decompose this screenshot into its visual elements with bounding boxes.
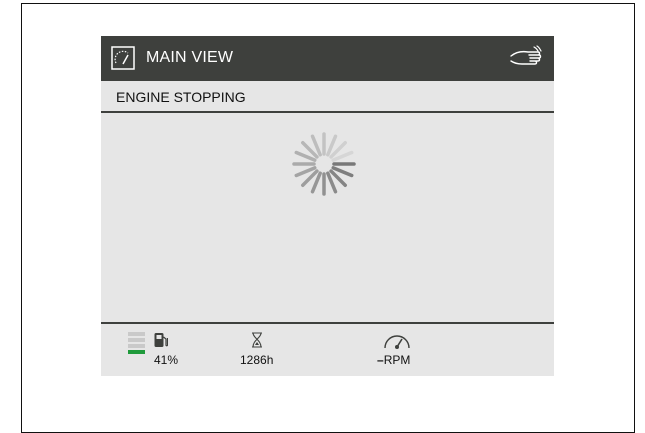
tachometer-icon [384, 335, 410, 349]
engine-hours-value: 1286h [240, 353, 274, 367]
fuel-bar-segment [128, 338, 145, 342]
main-screen: MAIN VIEW ENGINE STOPPING 41% 1286h –RPM [101, 36, 554, 376]
status-bar: 41% 1286h –RPM [101, 322, 554, 376]
dial-view-icon[interactable] [111, 46, 135, 70]
loading-spinner-icon [292, 132, 356, 196]
page-title: MAIN VIEW [146, 49, 234, 66]
fuel-level-value: 41% [154, 353, 179, 367]
fuel-bar-segment [128, 332, 145, 336]
hourglass-icon [252, 332, 262, 348]
status-message-bar: ENGINE STOPPING [101, 81, 554, 113]
hand-touch-icon[interactable] [508, 44, 544, 72]
content-area [101, 113, 554, 322]
fuel-level-gauge [128, 332, 146, 356]
fuel-bar-segment [128, 350, 145, 354]
status-message: ENGINE STOPPING [116, 89, 246, 105]
rpm-value: –RPM [377, 353, 411, 367]
fuel-pump-icon [154, 333, 168, 347]
fuel-bar-segment [128, 344, 145, 348]
title-bar: MAIN VIEW [101, 36, 554, 81]
